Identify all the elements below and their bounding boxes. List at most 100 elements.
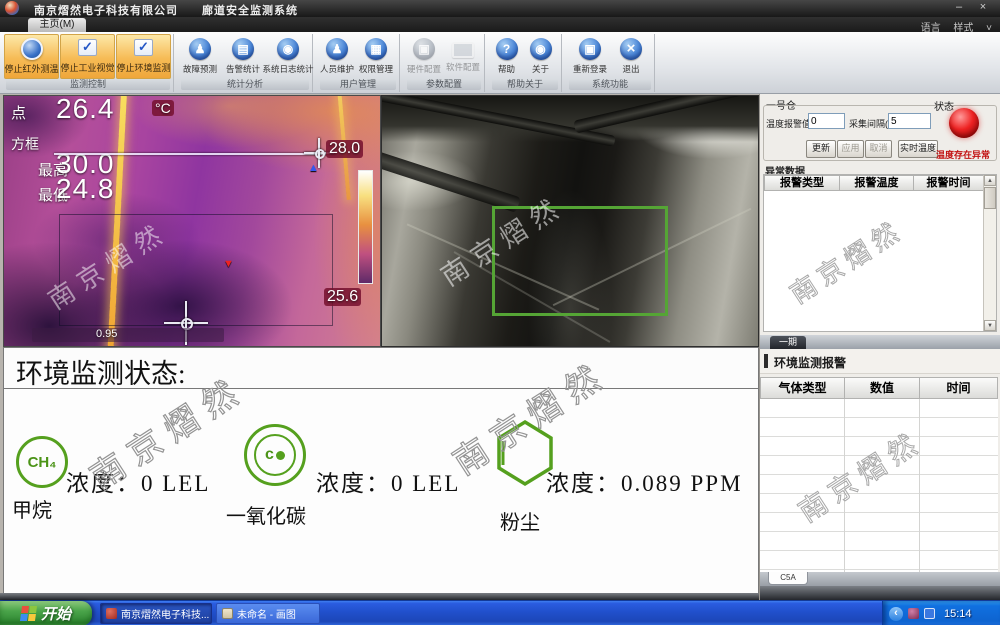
- dust-reading: 浓度：0.089 PPM: [546, 464, 743, 498]
- button-label: 停止工业视觉: [61, 61, 115, 74]
- status-label: 状态: [934, 98, 954, 113]
- taskbar-item-paint[interactable]: 未命名 - 画图: [216, 603, 320, 624]
- stop-infrared-button[interactable]: 停止红外测温: [4, 34, 59, 79]
- tray-app-icon[interactable]: [908, 608, 919, 619]
- button-label: 帮助: [498, 63, 515, 75]
- industrial-camera-view[interactable]: 南京熠然: [381, 95, 759, 347]
- system-name: 廊道安全监测系统: [202, 5, 298, 17]
- thermal-color-scale: [358, 170, 373, 284]
- button-label: 关于: [532, 63, 549, 75]
- minimize-button[interactable]: –: [952, 2, 966, 14]
- ribbon-group-parameter-config: ▣ 硬件配置 软件配置 参数配置: [404, 34, 485, 92]
- ribbon-group-user-management: ♟ 人员维护 ▦ 权限管理 用户管理: [317, 34, 400, 92]
- alarm-lamp-icon: [949, 108, 979, 138]
- button-label: 系统日志统计: [263, 63, 314, 75]
- scale-high-value: 28.0: [326, 140, 363, 158]
- group-label-monitor-control: 监测控制: [6, 79, 170, 90]
- column-divider: [919, 399, 920, 572]
- button-label: 故障预测: [183, 63, 217, 75]
- carbon-monoxide-label: 一氧化碳: [226, 500, 306, 529]
- alarm-statistics-button[interactable]: ▤ 告警统计: [222, 34, 264, 79]
- system-log-statistics-button[interactable]: ◉ 系统日志统计: [265, 34, 311, 79]
- tab-csa[interactable]: C5A: [768, 572, 808, 585]
- system-tray: ‹ 15:14: [882, 601, 1000, 625]
- permission-management-button[interactable]: ▦ 权限管理: [357, 34, 395, 79]
- lens-icon: [21, 38, 43, 60]
- relogin-button[interactable]: ▣ 重新登录: [567, 34, 613, 79]
- taskbar: 开始 南京熠然电子科技... 未命名 - 画图 ‹ 15:14: [0, 600, 1000, 625]
- taskbar-item-app[interactable]: 南京熠然电子科技...: [100, 603, 212, 624]
- env-col-time[interactable]: 时间: [919, 377, 998, 399]
- group-label-statistics: 统计分析: [181, 79, 309, 90]
- checkmark-icon: ✓: [78, 39, 97, 56]
- window-bottom-edge: [0, 593, 759, 600]
- co-dot: [276, 451, 285, 460]
- methane-label: 甲烷: [12, 494, 52, 523]
- scroll-down-icon[interactable]: ▼: [984, 320, 996, 331]
- env-alarm-title: 环境监测报警: [774, 354, 846, 371]
- tray-chevron-icon[interactable]: ‹: [889, 607, 903, 621]
- personnel-maintenance-button[interactable]: ♟ 人员维护: [318, 34, 356, 79]
- hardware-icon: ▣: [413, 38, 435, 60]
- company-name: 南京熠然电子科技有限公司: [34, 5, 178, 17]
- dust-label: 粉尘: [500, 506, 540, 535]
- realtime-temperature-button[interactable]: 实时温度: [898, 140, 938, 158]
- ribbon-group-monitor-control: 停止红外测温 ✓ 停止工业视觉 ✓ 停止环境监测 监测控制: [3, 34, 174, 92]
- software-config-button: 软件配置: [444, 34, 482, 79]
- env-table-body: [760, 399, 998, 572]
- hardware-config-button: ▣ 硬件配置: [405, 34, 443, 79]
- close-x-icon: ×: [620, 38, 642, 60]
- env-col-value[interactable]: 数值: [844, 377, 920, 399]
- globe-icon: ◉: [277, 38, 299, 60]
- ribbon: 停止红外测温 ✓ 停止工业视觉 ✓ 停止环境监测 监测控制 ♟ 故障预测: [0, 32, 1000, 94]
- thermal-camera-view[interactable]: 点 26.4 °C 方框 最高 30.0 最低 24.8 ▲ 28.0 25.6…: [3, 95, 381, 347]
- app-window: 南京熠然电子科技有限公司 廊道安全监测系统 – × 主页(M) 语言 样式 ˅ 停…: [0, 0, 1000, 625]
- tab-phase-one[interactable]: 一期: [770, 336, 806, 349]
- min-temperature: 24.8: [56, 173, 115, 205]
- alarm-col-type[interactable]: 报警类型: [764, 175, 840, 191]
- ribbon-group-statistics: ♟ 故障预测 ▤ 告警统计 ◉ 系统日志统计 统计分析: [178, 34, 313, 92]
- tab-home[interactable]: 主页(M): [28, 18, 86, 32]
- cancel-button[interactable]: 取消: [865, 140, 892, 158]
- task-label: 未命名 - 画图: [237, 606, 296, 621]
- stop-industrial-vision-button[interactable]: ✓ 停止工业视觉: [60, 34, 115, 79]
- temperature-abnormal-text: 温度存在异常: [936, 148, 990, 161]
- windows-flag-icon: [20, 606, 37, 621]
- apply-button[interactable]: 应用: [837, 140, 864, 158]
- button-label: 告警统计: [226, 63, 260, 75]
- scroll-up-icon[interactable]: ▲: [984, 175, 996, 186]
- methane-reading: 浓度：0 LEL: [66, 464, 210, 498]
- phase-tab-strip: 一期: [760, 335, 1000, 349]
- interval-input[interactable]: [888, 113, 931, 129]
- clock: 15:14: [944, 608, 972, 620]
- ribbon-tab-row: 主页(M) 语言 样式 ˅: [0, 17, 1000, 32]
- help-button[interactable]: ? 帮助: [490, 34, 523, 79]
- alarm-col-time[interactable]: 报警时间: [913, 175, 984, 191]
- co-icon-text: c: [265, 446, 274, 464]
- start-button[interactable]: 开始: [0, 601, 92, 625]
- fault-prediction-button[interactable]: ♟ 故障预测: [179, 34, 221, 79]
- ribbon-group-system-functions: ▣ 重新登录 × 退出 系统功能: [566, 34, 655, 92]
- panel-bottom-edge: [760, 586, 1000, 600]
- tray-network-icon[interactable]: [924, 608, 935, 619]
- start-label: 开始: [41, 603, 71, 624]
- bottom-tab-strip: C5A: [760, 572, 1000, 586]
- about-button[interactable]: ◉ 关于: [524, 34, 557, 79]
- group-label-parameter-config: 参数配置: [407, 79, 481, 90]
- monitor-icon: [452, 42, 474, 58]
- env-col-gas-type[interactable]: 气体类型: [760, 377, 845, 399]
- stop-environment-monitor-button[interactable]: ✓ 停止环境监测: [116, 34, 171, 79]
- alarm-col-temperature[interactable]: 报警温度: [839, 175, 914, 191]
- env-alarm-header: 环境监测报警: [760, 349, 1000, 374]
- alarm-table-scrollbar[interactable]: ▲ ▼: [983, 175, 996, 331]
- group-label-user-management: 用户管理: [320, 79, 396, 90]
- scrollbar-thumb[interactable]: [984, 187, 996, 209]
- button-label: 软件配置: [446, 61, 480, 73]
- marker-line: [54, 153, 326, 155]
- update-button[interactable]: 更新: [806, 140, 836, 158]
- pipe: [381, 151, 521, 213]
- exit-button[interactable]: × 退出: [614, 34, 648, 79]
- accent-bar: [764, 354, 768, 368]
- temp-alarm-input[interactable]: [808, 113, 845, 129]
- close-button[interactable]: ×: [976, 2, 990, 14]
